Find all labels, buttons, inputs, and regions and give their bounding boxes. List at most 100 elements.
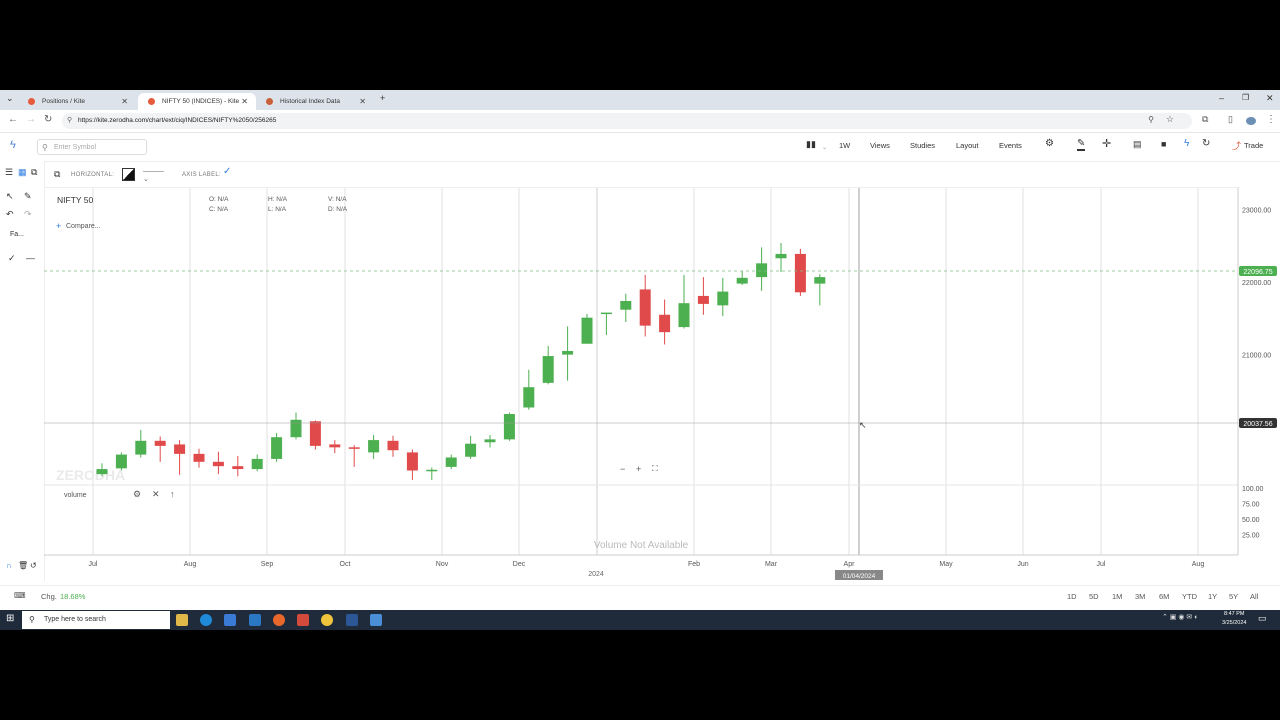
store-icon[interactable]: [224, 614, 236, 626]
volume-tick-label: 25.00: [1242, 533, 1260, 540]
url-text: https://kite.zerodha.com/chart/ext/ciq/I…: [78, 117, 277, 124]
clock-date[interactable]: 3/25/2024: [1222, 620, 1246, 626]
browser-menu-icon[interactable]: ⋮: [1266, 114, 1276, 125]
forward-icon[interactable]: →: [26, 114, 36, 125]
symbol-search-input[interactable]: ⚲ Enter Symbol: [37, 139, 147, 155]
crosshair-icon[interactable]: ✛: [1102, 137, 1111, 150]
zoom-icon[interactable]: ⚲: [1148, 115, 1154, 124]
taskbar-search-input[interactable]: ⚲ Type here to search: [22, 611, 170, 629]
draw-pencil-icon[interactable]: ✎: [1077, 138, 1086, 151]
tab-search-icon[interactable]: ⌄: [6, 93, 14, 104]
keyboard-icon[interactable]: ⌨: [14, 591, 26, 600]
zoom-in-icon[interactable]: +: [636, 464, 641, 474]
file-explorer-icon[interactable]: [176, 614, 188, 626]
refresh-icon[interactable]: ↻: [1202, 138, 1210, 149]
chrome-icon[interactable]: [321, 614, 333, 626]
mail-icon[interactable]: [249, 614, 261, 626]
study-settings-gear-icon[interactable]: ⚙: [133, 489, 141, 500]
maximize-icon[interactable]: ❐: [1242, 93, 1249, 102]
candle-body: [115, 454, 127, 469]
tab-historical-index[interactable]: Historical Index Data ✕: [256, 93, 374, 110]
comment-icon[interactable]: ▤: [1133, 139, 1142, 150]
clock-time[interactable]: 8:47 PM: [1224, 611, 1244, 617]
candle-body: [406, 452, 418, 471]
axis-label-checkbox[interactable]: ✓: [223, 166, 231, 177]
line-color-swatch[interactable]: [122, 168, 135, 181]
site-info-icon[interactable]: ⚲: [67, 116, 72, 124]
cursor-icon[interactable]: ↖: [6, 191, 14, 202]
line-style-dropdown[interactable]: ――― ⌄: [143, 168, 171, 183]
close-tab-icon[interactable]: ✕: [359, 93, 366, 110]
range-5d-button[interactable]: 5D: [1089, 592, 1099, 601]
word-icon[interactable]: [346, 614, 358, 626]
candle-body: [523, 387, 535, 408]
interval-dropdown[interactable]: 1W: [839, 141, 850, 150]
range-ytd-button[interactable]: YTD: [1182, 592, 1197, 601]
trade-button[interactable]: Trade: [1244, 141, 1263, 150]
grid-icon[interactable]: ▦: [18, 167, 27, 178]
redo-icon[interactable]: ↷: [24, 209, 32, 220]
system-tray-icons[interactable]: ⌃ ▣ ◉ ✉ ◐: [1162, 613, 1198, 621]
close-tab-icon[interactable]: ✕: [121, 93, 128, 110]
candle-body: [232, 466, 244, 470]
tab-nifty-chart[interactable]: NIFTY 50 (INDICES) - Kite Chart ✕: [138, 93, 256, 122]
range-1d-button[interactable]: 1D: [1067, 592, 1077, 601]
firefox-icon[interactable]: [273, 614, 285, 626]
chart-area[interactable]: ZERODHA 23000.00 22000.00 21000.00 100.00 7…: [44, 188, 1280, 588]
new-tab-icon[interactable]: +: [380, 93, 385, 103]
font-selector[interactable]: Fa...: [10, 231, 24, 238]
fullscreen-icon[interactable]: ■: [1161, 139, 1166, 149]
price-tick-label: 21000.00: [1242, 353, 1271, 360]
compare-link[interactable]: Compare...: [66, 223, 101, 230]
views-menu[interactable]: Views: [870, 141, 890, 150]
range-6m-button[interactable]: 6M: [1159, 592, 1169, 601]
reload-icon[interactable]: ↻: [44, 114, 52, 125]
zoom-app-icon[interactable]: [370, 614, 382, 626]
magnet-icon[interactable]: ✓: [8, 253, 16, 264]
compare-add-icon[interactable]: +: [56, 221, 61, 231]
app-icon[interactable]: [297, 614, 309, 626]
settings-gear-icon[interactable]: ⚙: [1045, 138, 1054, 149]
chart-type-candles-icon[interactable]: ▮▮: [806, 139, 816, 150]
price-tick-label: 23000.00: [1242, 208, 1271, 215]
notifications-icon[interactable]: ▭: [1258, 613, 1267, 624]
extensions-icon[interactable]: ⧉: [1202, 114, 1208, 125]
events-menu[interactable]: Events: [999, 141, 1022, 150]
popout-icon[interactable]: ⧉: [31, 167, 37, 178]
candle-body: [348, 447, 360, 449]
bookmark-star-icon[interactable]: ☆: [1166, 114, 1174, 125]
change-value: 18.68%: [60, 592, 86, 601]
magnet-bottom-icon[interactable]: ∩: [6, 561, 12, 570]
pencil-icon[interactable]: ✎: [24, 191, 32, 202]
study-close-icon[interactable]: ✕: [152, 489, 160, 500]
study-move-up-icon[interactable]: ↑: [170, 489, 175, 499]
close-window-icon[interactable]: ✕: [1266, 93, 1274, 104]
back-icon[interactable]: ←: [8, 114, 18, 125]
undo-icon[interactable]: ↶: [6, 209, 14, 220]
trash-icon[interactable]: 🗑: [18, 561, 28, 570]
edit-drawing-icon[interactable]: ⧉: [54, 169, 60, 180]
candle-body: [271, 437, 283, 459]
studies-menu[interactable]: Studies: [910, 141, 935, 150]
range-1y-button[interactable]: 1Y: [1208, 592, 1217, 601]
windows-start-icon[interactable]: ⊞: [6, 613, 14, 624]
profile-avatar[interactable]: [1246, 117, 1256, 125]
reset-zoom-icon[interactable]: ⛶: [652, 464, 658, 474]
url-field[interactable]: ⚲ https://kite.zerodha.com/chart/ext/ciq…: [62, 113, 1192, 129]
lightning-icon[interactable]: ϟ: [1184, 138, 1189, 149]
list-icon[interactable]: ☰: [5, 167, 13, 178]
sidebar-panel-icon[interactable]: ▯: [1228, 114, 1233, 125]
range-1m-button[interactable]: 1M: [1112, 592, 1122, 601]
candlestick-chart[interactable]: ZERODHA 23000.00 22000.00 21000.00 100.00 7…: [44, 188, 1280, 588]
range-3m-button[interactable]: 3M: [1135, 592, 1145, 601]
range-5y-button[interactable]: 5Y: [1229, 592, 1238, 601]
tab-positions[interactable]: Positions / Kite ✕: [18, 93, 136, 110]
minimize-icon[interactable]: –: [1219, 93, 1224, 103]
zoom-out-icon[interactable]: −: [620, 464, 625, 474]
history-icon[interactable]: ↺: [30, 561, 37, 570]
lock-icon[interactable]: —: [26, 253, 35, 263]
edge-icon[interactable]: [200, 614, 212, 626]
close-tab-icon[interactable]: ✕: [241, 93, 248, 110]
layout-menu[interactable]: Layout: [956, 141, 979, 150]
range-all-button[interactable]: All: [1250, 592, 1258, 601]
